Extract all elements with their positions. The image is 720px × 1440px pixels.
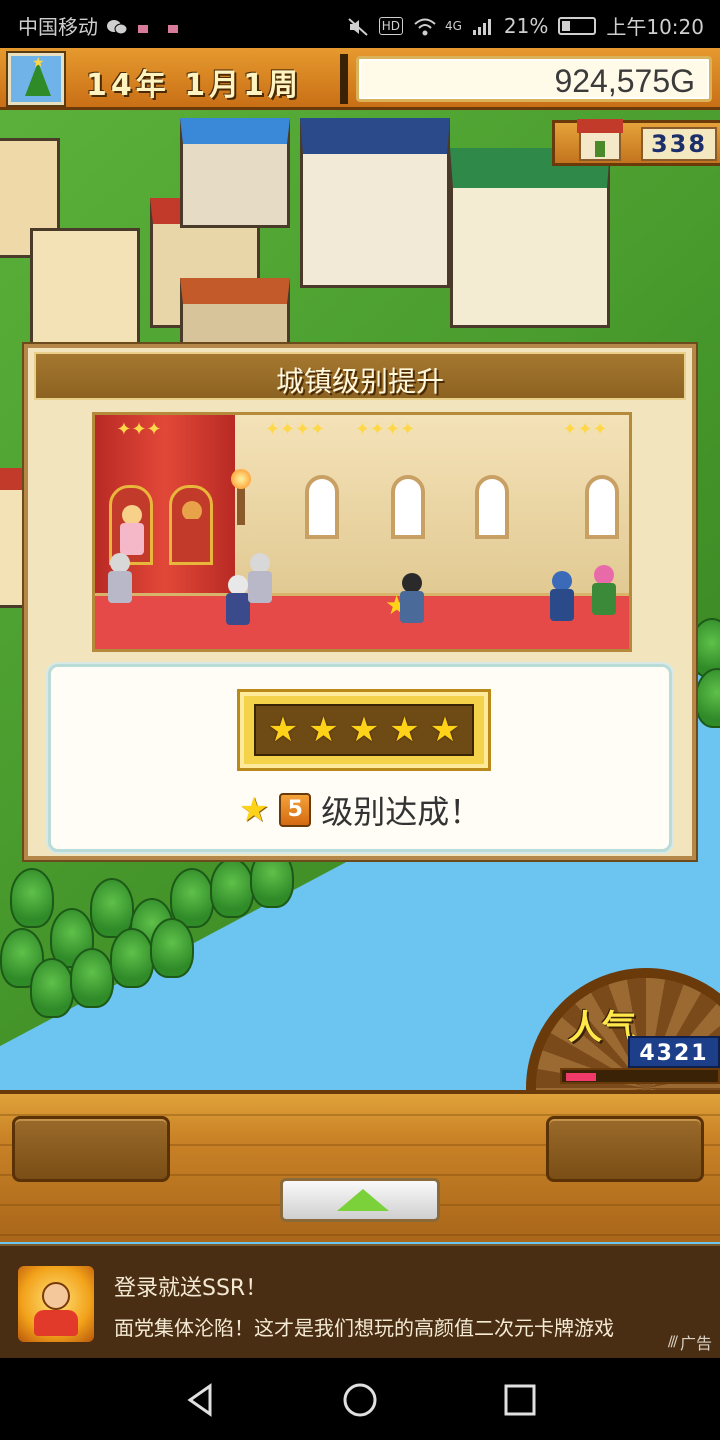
wifi-icon [413, 17, 436, 35]
torch-icon [231, 469, 251, 525]
rating-star-icon: ★ [348, 710, 380, 750]
home-circle-icon [343, 1383, 377, 1417]
app-notification-icon-2 [166, 17, 188, 35]
status-bar: 中国移动 HD 4G 21% 上午10:20 [0, 0, 720, 48]
ad-banner[interactable]: 登录就送SSR！ 面党集体沦陷！这才是我们想玩的高颜值二次元卡牌游戏 /// 广… [0, 1244, 720, 1358]
popularity-value: 4321 [628, 1036, 720, 1068]
popularity-bar [560, 1068, 720, 1084]
ad-slash-icon: /// [667, 1334, 678, 1350]
right-menu-button[interactable] [546, 1116, 704, 1182]
level-number-badge: 5 [279, 793, 312, 827]
season-tree-icon[interactable]: ★ [8, 53, 64, 105]
left-menu-button[interactable] [12, 1116, 170, 1182]
ad-title[interactable]: 登录就送SSR！ [114, 1270, 267, 1302]
money-amount: 924,575G [554, 63, 695, 99]
tree [30, 958, 74, 1018]
hd-badge: HD [378, 16, 403, 35]
tree [10, 868, 54, 928]
building[interactable] [180, 118, 290, 228]
arched-window [391, 475, 425, 539]
network-label: 4G [444, 18, 462, 33]
tree [695, 668, 720, 728]
wechat-icon [106, 17, 128, 35]
chandelier-icon: ✦✦✦ [116, 419, 162, 440]
building[interactable] [300, 118, 450, 288]
back-button[interactable] [180, 1380, 220, 1420]
battery-icon [558, 16, 597, 35]
carrier-label: 中国移动 [18, 15, 98, 39]
recent-square-icon [504, 1384, 536, 1416]
dialog-title-bar: 城镇级别提升 [34, 352, 686, 400]
achievement-text: 级别达成！ [321, 793, 482, 831]
hero-character [397, 573, 427, 629]
game-date: 14年 1月1周 [86, 68, 302, 103]
achievement-line: ★ 5 级别达成！ [51, 787, 669, 833]
popularity-label: 人气 [568, 1008, 636, 1048]
battery-percent: 21% [503, 13, 549, 38]
chandelier-icon: ✦✦✦ [562, 419, 608, 440]
ad-app-icon[interactable] [18, 1266, 94, 1342]
chandelier-icon: ✦✦✦✦ [354, 419, 416, 440]
signal-icon [472, 17, 494, 35]
back-triangle-icon [187, 1383, 212, 1417]
throne-room-scene: ✦✦✦ ✦✦✦✦ ✦✦✦✦ ✦✦✦ ★ [92, 412, 632, 652]
system-navigation-bar [0, 1358, 720, 1440]
hud-divider [340, 54, 348, 104]
town-house-icon [577, 119, 623, 161]
knight-guard [245, 553, 275, 609]
rating-star-icon: ★ [267, 710, 299, 750]
popularity-bar-fill [566, 1073, 596, 1081]
king-character [177, 501, 207, 557]
rating-star-icon: ★ [389, 710, 420, 750]
mute-icon [347, 17, 369, 36]
adventurer-character [547, 571, 577, 627]
arched-window [305, 475, 339, 539]
ad-label: /// 广告 [668, 1330, 712, 1354]
ad-tag-text: 广告 [679, 1334, 712, 1353]
top-hud: ★ 14年 1月1周 924,575G [0, 48, 720, 110]
money-display: 924,575G [356, 56, 712, 102]
town-population-badge[interactable]: 338 [552, 119, 720, 166]
app-notification-icon [136, 17, 158, 35]
building[interactable] [0, 468, 26, 608]
tree [70, 948, 114, 1008]
arched-window [585, 475, 619, 539]
tree [210, 858, 254, 918]
recent-apps-button[interactable] [500, 1380, 540, 1420]
tree [110, 928, 154, 988]
dialog-title: 城镇级别提升 [275, 365, 444, 398]
bottom-menu-panel [0, 1090, 720, 1242]
game-screen: 中国移动 HD 4G 21% 上午10:20 ★ 14年 1月1周 924,57… [0, 0, 720, 1440]
chandelier-icon: ✦✦✦✦ [264, 419, 326, 440]
rank-panel: ★ ★ ★ ★ ★ ★ 5 级别达成！ [48, 664, 672, 852]
building[interactable] [450, 148, 610, 328]
ad-description[interactable]: 面党集体沦陷！这才是我们想玩的高颜值二次元卡牌游戏 [114, 1312, 714, 1341]
star-rating-frame: ★ ★ ★ ★ ★ [237, 689, 491, 771]
clock: 上午10:20 [606, 15, 704, 39]
mage-character [589, 565, 619, 621]
rating-star-icon: ★ [429, 710, 461, 750]
town-level-up-dialog[interactable]: 城镇级别提升 ✦✦✦ ✦✦✦✦ ✦✦✦✦ ✦✦✦ ★ ★ ★ ★ ★ ★ ★ 5… [24, 344, 696, 860]
home-button[interactable] [340, 1380, 380, 1420]
up-arrow-icon [337, 1189, 389, 1211]
town-count: 338 [641, 127, 717, 161]
tree [150, 918, 194, 978]
arched-window [475, 475, 509, 539]
star-icon: ★ [238, 790, 270, 830]
knight-guard [105, 553, 135, 609]
star-rating: ★ ★ ★ ★ ★ [254, 704, 474, 756]
expand-menu-button[interactable] [280, 1178, 440, 1222]
rating-star-icon: ★ [308, 710, 339, 750]
